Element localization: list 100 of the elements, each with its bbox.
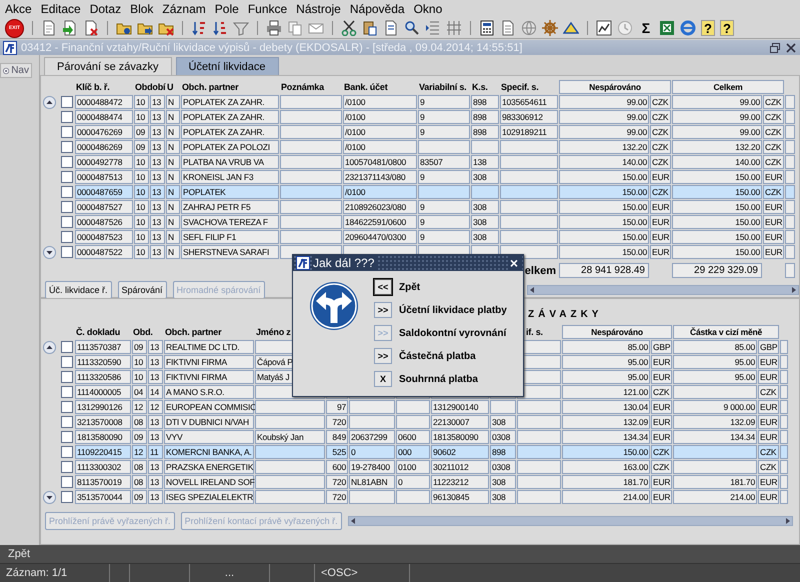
table-cell: [280, 95, 342, 109]
menu-item[interactable]: Funkce: [248, 2, 288, 16]
checkbox[interactable]: [61, 231, 73, 243]
copy-icon[interactable]: [287, 20, 303, 36]
option-button[interactable]: >>: [374, 302, 392, 318]
checkbox[interactable]: [61, 476, 73, 488]
menu-item[interactable]: Akce: [5, 2, 32, 16]
menu-item[interactable]: Nápověda: [350, 2, 405, 16]
scissors-icon[interactable]: [341, 20, 357, 36]
menu-item[interactable]: Nástroje: [296, 2, 341, 16]
option-button[interactable]: <<: [374, 279, 392, 295]
checkbox[interactable]: [61, 246, 73, 258]
scroll-up-icon[interactable]: [43, 340, 56, 354]
table-cell: N: [166, 110, 180, 124]
close-button[interactable]: ×: [508, 256, 520, 270]
checkbox[interactable]: [61, 401, 73, 413]
document-delete-icon[interactable]: [83, 20, 99, 36]
triangle-icon[interactable]: [563, 20, 579, 36]
document-icon[interactable]: [383, 20, 399, 36]
checkbox[interactable]: [61, 156, 73, 168]
menu-item[interactable]: Blok: [130, 2, 154, 16]
restore-icon[interactable]: [769, 42, 781, 54]
menu-item[interactable]: Okno: [414, 2, 442, 16]
table-cell: 214.00: [673, 490, 757, 504]
option-button[interactable]: X: [374, 371, 392, 387]
table-cell: [500, 200, 558, 214]
menu-item[interactable]: Pole: [214, 2, 239, 16]
checkbox[interactable]: [61, 186, 73, 198]
calculator-icon[interactable]: [479, 20, 495, 36]
paste-icon[interactable]: [362, 20, 378, 36]
dialog-logo-icon: [296, 256, 310, 270]
table-cell: EUR: [758, 490, 779, 504]
document-icon[interactable]: [500, 20, 516, 36]
table-cell: /0100: [343, 185, 417, 199]
tab[interactable]: Účetní likvidace: [176, 57, 279, 75]
checkbox[interactable]: [61, 96, 73, 108]
table-cell: 150.00: [559, 245, 649, 259]
section-title: ZÁVAZKY: [528, 309, 604, 321]
sum-icon[interactable]: Σ: [638, 20, 654, 36]
checkbox[interactable]: [61, 216, 73, 228]
checkbox[interactable]: [61, 431, 73, 443]
document-arrow-icon[interactable]: [62, 20, 78, 36]
table-cell: SVACHOVA TEREZA F: [181, 215, 279, 229]
checkbox[interactable]: [61, 446, 73, 458]
table-cell: 134.34: [673, 430, 757, 444]
chart-icon[interactable]: [596, 20, 612, 36]
table-cell: 0000487527: [75, 200, 133, 214]
table-cell: 849: [326, 430, 348, 444]
table-cell: 10: [134, 170, 149, 184]
scroll-up-icon[interactable]: [43, 96, 56, 108]
table-cell: 10: [134, 110, 149, 124]
checkbox[interactable]: [61, 416, 73, 428]
action-button[interactable]: Úč. likvidace ř.: [45, 281, 112, 299]
checkbox[interactable]: [61, 371, 73, 383]
table-cell: 13: [150, 140, 165, 154]
horizontal-scrollbar[interactable]: [348, 516, 793, 526]
printer-icon[interactable]: [266, 20, 282, 36]
search-icon[interactable]: [404, 20, 420, 36]
horizontal-scrollbar[interactable]: [527, 285, 799, 295]
checkbox[interactable]: [61, 341, 73, 353]
column-header: U: [166, 81, 174, 94]
menu-item[interactable]: Editace: [40, 2, 81, 16]
option-button[interactable]: >>: [374, 348, 392, 364]
spreadsheet-icon[interactable]: [659, 20, 675, 36]
sort-icon[interactable]: [212, 20, 228, 36]
table-cell: [396, 490, 430, 504]
checkbox[interactable]: [61, 491, 73, 503]
menu-item[interactable]: Dotaz: [90, 2, 122, 16]
table-cell: REALTIME DC LTD.: [164, 340, 254, 354]
table-cell: 1114000005: [75, 385, 131, 399]
table-cell: 90602: [431, 445, 489, 459]
checkbox[interactable]: [61, 356, 73, 368]
checkbox[interactable]: [61, 126, 73, 138]
scroll-down-icon[interactable]: [43, 490, 56, 504]
list-icon[interactable]: [425, 20, 441, 36]
table-cell: 08: [132, 460, 147, 474]
menu-item[interactable]: Záznam: [162, 2, 206, 16]
checkbox[interactable]: [61, 141, 73, 153]
document-icon[interactable]: [41, 20, 57, 36]
table-cell: POPLATEK ZA ZAHR.: [181, 125, 279, 139]
columns-icon[interactable]: [446, 20, 462, 36]
table-cell: CZK: [763, 110, 784, 124]
checkbox[interactable]: [61, 461, 73, 473]
column-header: if. s.: [525, 326, 544, 339]
checkbox[interactable]: [61, 111, 73, 123]
action-button[interactable]: Spárování: [118, 281, 167, 299]
browser-icon[interactable]: [680, 20, 696, 36]
globe-icon[interactable]: [521, 20, 537, 36]
filter-icon[interactable]: [233, 20, 249, 36]
nav-tab[interactable]: Nav: [0, 63, 32, 78]
close-icon[interactable]: [785, 42, 797, 54]
checkbox[interactable]: [61, 201, 73, 213]
scroll-down-icon[interactable]: [43, 246, 56, 258]
ship-wheel-icon[interactable]: [542, 20, 558, 36]
tab[interactable]: Párování se závazky: [44, 57, 172, 75]
sort-icon[interactable]: [191, 20, 207, 36]
help-icon[interactable]: ?: [720, 20, 734, 36]
checkbox[interactable]: [61, 386, 73, 398]
checkbox[interactable]: [61, 171, 73, 183]
help-icon[interactable]: ?: [701, 20, 715, 36]
